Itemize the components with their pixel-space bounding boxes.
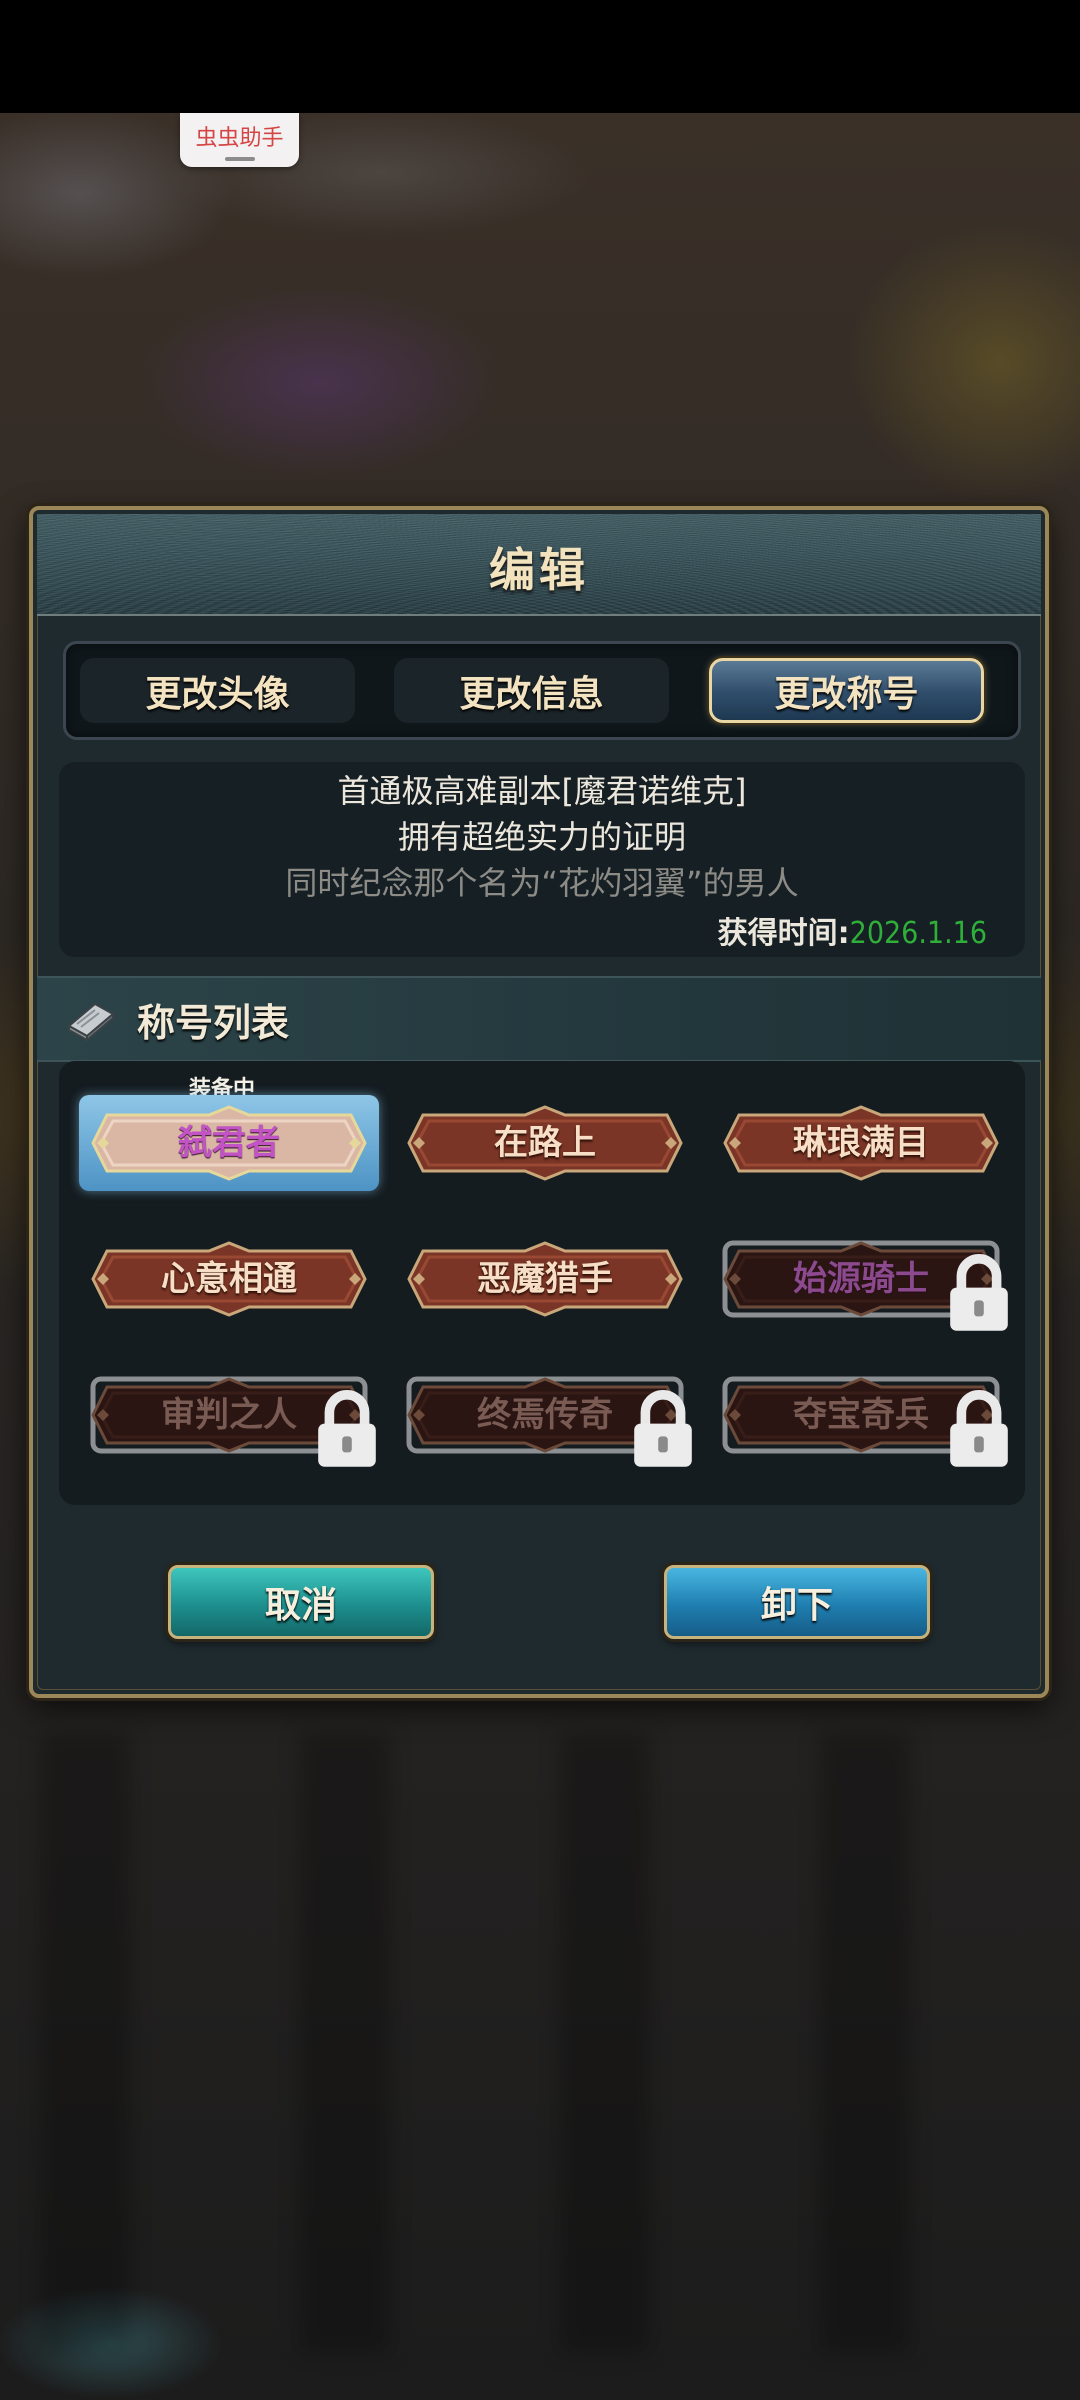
status-bar [0, 0, 1080, 113]
title-badge[interactable]: 心意相通 [89, 1239, 369, 1319]
lock-icon [839, 1254, 1008, 1331]
title-badge-name: 心意相通 [161, 1259, 297, 1299]
obtain-time: 获得时间:2026.1.16 [718, 908, 987, 952]
tab-bar: 更改头像 更改信息 更改称号 [63, 641, 1021, 740]
book-icon [67, 1002, 115, 1042]
assistant-tag-label: 虫虫助手 [195, 126, 284, 151]
title-badge[interactable]: 琳琅满目 [721, 1103, 1001, 1183]
title-badge-name: 恶魔猎手 [477, 1259, 613, 1299]
tab-change-avatar[interactable]: 更改头像 [80, 658, 355, 723]
title-list-heading: 称号列表 [137, 1000, 290, 1045]
title-badge[interactable]: 始源骑士 [721, 1239, 1008, 1331]
title-badge[interactable]: 夺宝奇兵 [721, 1375, 1008, 1467]
title-badge[interactable]: 恶魔猎手 [405, 1239, 685, 1319]
dialog-title: 编辑 [489, 543, 589, 597]
edit-dialog: 编辑 更改头像 更改信息 更改称号 首通极高难副本[魔君诺维克] 拥有超绝实力的… [29, 506, 1049, 1698]
tab-change-title[interactable]: 更改称号 [709, 658, 984, 723]
background-pillar [40, 1733, 130, 2353]
title-badge-name: 弑君者 [178, 1123, 280, 1163]
title-grid: 装备中 弑君者 在路上 琳琅满目 心意相通 恶魔猎手 始源骑士 审判之人 终焉传… [59, 1061, 1025, 1505]
title-description-panel: 首通极高难副本[魔君诺维克] 拥有超绝实力的证明 同时纪念那个名为“花灼羽翼”的… [59, 762, 1025, 957]
background-pillar [300, 1733, 390, 2353]
title-badge-name: 在路上 [494, 1123, 596, 1163]
title-badge[interactable]: 终焉传奇 [405, 1375, 692, 1467]
background-pillar [560, 1733, 650, 2353]
description-line: 首通极高难副本[魔君诺维克] [337, 772, 747, 810]
lock-icon [839, 1390, 1008, 1467]
description-line: 同时纪念那个名为“花灼羽翼”的男人 [285, 864, 799, 902]
lock-icon [523, 1390, 692, 1467]
obtain-time-value: 2026.1.16 [849, 916, 987, 951]
assistant-floating-tag[interactable]: 虫虫助手 [180, 113, 299, 167]
lock-icon [207, 1390, 376, 1467]
description-line: 拥有超绝实力的证明 [397, 818, 686, 856]
dialog-header: 编辑 [37, 514, 1041, 616]
title-badge[interactable]: 审判之人 [89, 1375, 376, 1467]
title-list-header: 称号列表 [37, 976, 1041, 1062]
title-badge[interactable]: 在路上 [405, 1103, 685, 1183]
cancel-button[interactable]: 取消 [168, 1565, 434, 1639]
obtain-time-label: 获得时间: [717, 916, 850, 951]
unequip-button[interactable]: 卸下 [664, 1565, 930, 1639]
title-badge-name: 琳琅满目 [793, 1123, 929, 1163]
tab-change-info[interactable]: 更改信息 [394, 658, 669, 723]
title-badge[interactable]: 弑君者 [89, 1103, 369, 1183]
background-pillar [820, 1733, 910, 2353]
drag-handle[interactable] [225, 157, 255, 161]
